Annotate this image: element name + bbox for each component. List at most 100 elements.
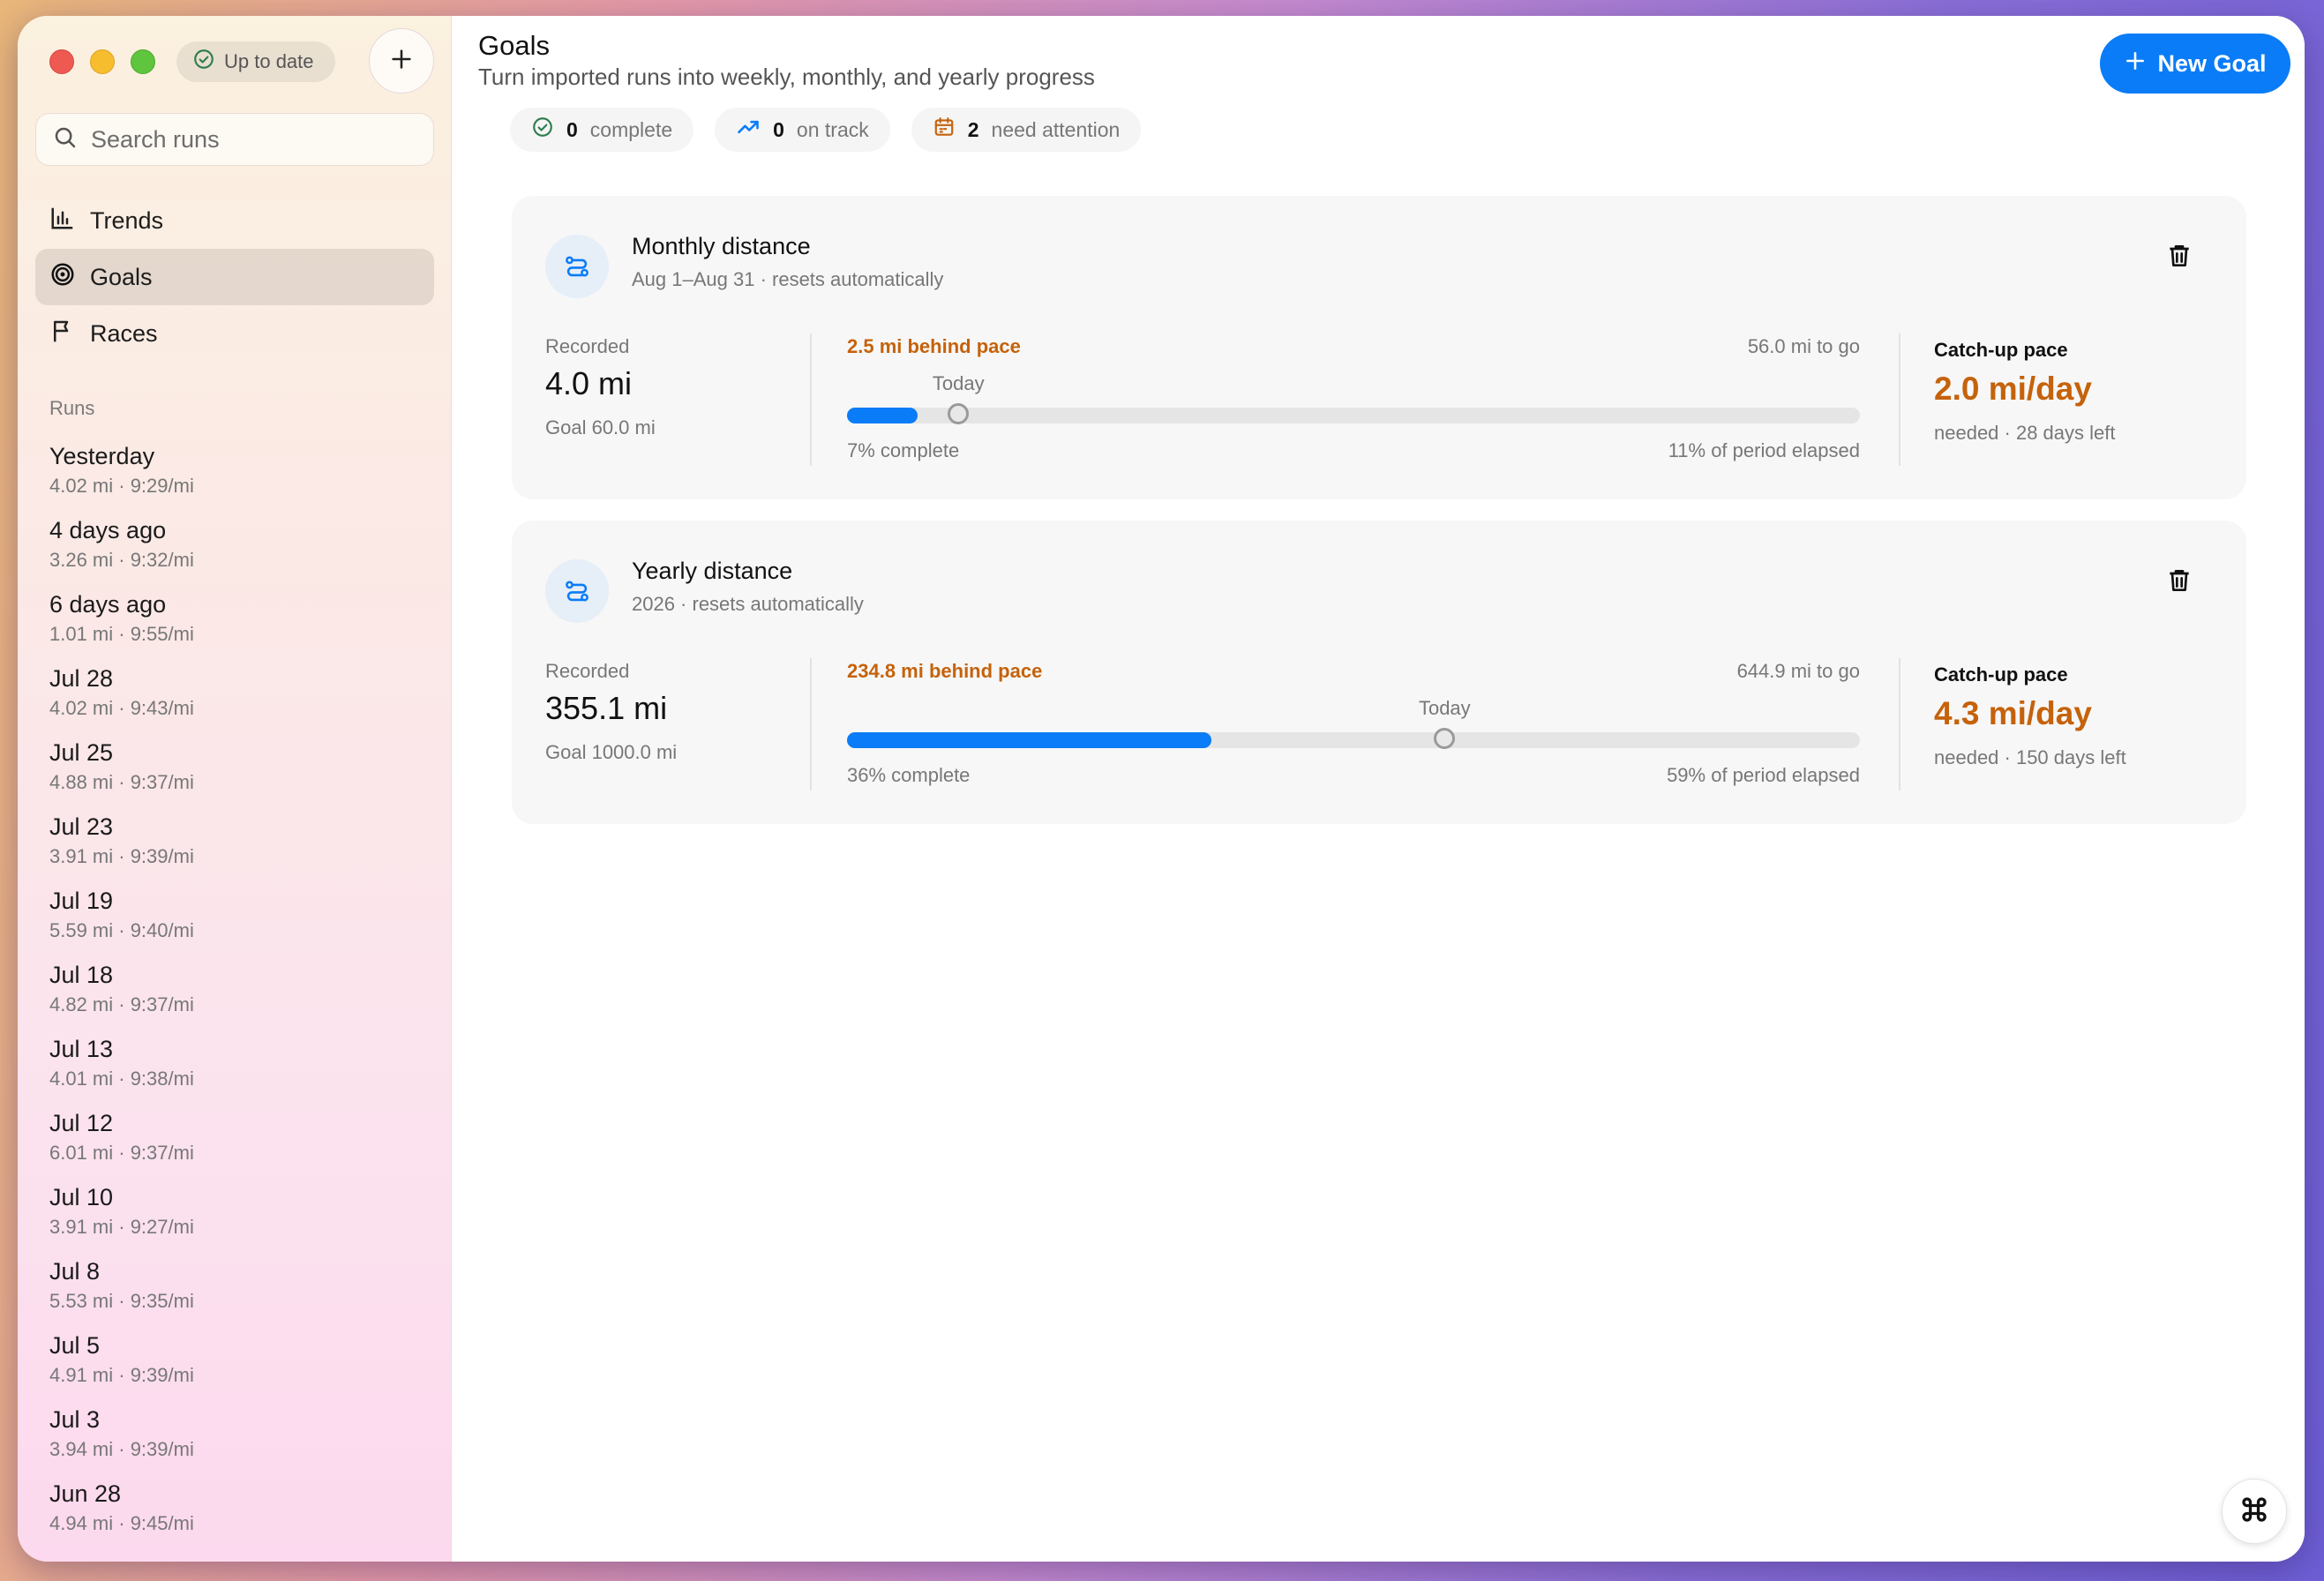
- run-detail: 3.91 mi · 9:27/mi: [49, 1216, 194, 1238]
- remaining-text: 56.0 mi to go: [1747, 335, 1860, 357]
- sidebar-nav: Trends Goals Races: [35, 192, 434, 362]
- list-item[interactable]: Jul 25 4.88 mi · 9:37/mi: [49, 736, 420, 810]
- goal-card: Monthly distance Aug 1–Aug 31 · resets a…: [512, 196, 2246, 499]
- stat-count: 2: [967, 117, 979, 141]
- run-detail: 5.53 mi · 9:35/mi: [49, 1290, 194, 1312]
- sidebar-item-label: Trends: [90, 206, 164, 234]
- list-item[interactable]: Jun 28 4.94 mi · 9:45/mi: [49, 1477, 420, 1551]
- run-detail: 4.01 mi · 9:38/mi: [49, 1068, 194, 1090]
- goal-card: Yearly distance 2026 · resets automatica…: [512, 521, 2246, 824]
- command-icon: [2238, 1494, 2270, 1530]
- progress-fill: [847, 408, 918, 423]
- list-item[interactable]: Jul 10 3.91 mi · 9:27/mi: [49, 1180, 420, 1255]
- catchup-label: Catch-up pace: [1934, 663, 2068, 686]
- period-elapsed: 11% of period elapsed: [1668, 439, 1860, 461]
- run-title: Jul 18: [49, 962, 114, 988]
- sidebar-item-trends[interactable]: Trends: [35, 192, 434, 249]
- check-circle-icon: [192, 48, 215, 76]
- check-circle-icon: [531, 116, 554, 144]
- app-menu-button[interactable]: [2222, 1479, 2287, 1544]
- list-item[interactable]: Jul 5 4.91 mi · 9:39/mi: [49, 1329, 420, 1403]
- calendar-icon: [933, 116, 956, 144]
- sidebar-item-label: Goals: [90, 263, 153, 290]
- catchup-label: Catch-up pace: [1934, 339, 2068, 361]
- list-item[interactable]: Jul 18 4.82 mi · 9:37/mi: [49, 958, 420, 1032]
- behind-pace-text: 2.5 mi behind pace: [847, 335, 1021, 357]
- plus-icon: [2124, 49, 2147, 79]
- list-item[interactable]: Jul 3 3.94 mi · 9:39/mi: [49, 1403, 420, 1477]
- stat-label: complete: [589, 117, 673, 141]
- recorded-label: Recorded: [545, 335, 630, 357]
- catchup-detail: needed · 28 days left: [1934, 422, 2116, 444]
- list-item[interactable]: Jul 12 6.01 mi · 9:37/mi: [49, 1106, 420, 1180]
- list-item[interactable]: Yesterday 4.02 mi · 9:29/mi: [49, 439, 420, 513]
- progress-track: [847, 403, 1860, 424]
- goal-title: Yearly distance: [632, 558, 793, 584]
- run-detail: 1.01 mi · 9:55/mi: [49, 623, 194, 645]
- run-detail: 4.88 mi · 9:37/mi: [49, 771, 194, 793]
- list-item[interactable]: Jul 23 3.91 mi · 9:39/mi: [49, 810, 420, 884]
- zoom-window-button[interactable]: [131, 49, 155, 74]
- run-title: Jul 10: [49, 1184, 114, 1210]
- catchup-value: 4.3 mi/day: [1934, 695, 2092, 731]
- main-content: Goals Turn imported runs into weekly, mo…: [452, 16, 2305, 1562]
- window-controls: [49, 49, 155, 74]
- run-title: Jul 5: [49, 1332, 101, 1359]
- minimize-window-button[interactable]: [90, 49, 115, 74]
- stat-label: on track: [796, 117, 869, 141]
- divider: [810, 333, 812, 466]
- trend-up-icon: [736, 115, 761, 145]
- sidebar-item-goals[interactable]: Goals: [35, 249, 434, 305]
- period-elapsed: 59% of period elapsed: [1667, 764, 1860, 786]
- run-detail: 3.94 mi · 9:39/mi: [49, 1438, 194, 1460]
- list-item[interactable]: 6 days ago 1.01 mi · 9:55/mi: [49, 588, 420, 662]
- stat-complete: 0 complete: [510, 108, 694, 152]
- divider: [1899, 333, 1900, 466]
- divider: [1899, 658, 1900, 790]
- recorded-value: 355.1 mi: [545, 690, 668, 726]
- run-title: Jul 13: [49, 1036, 114, 1062]
- sync-status-badge: Up to date: [176, 41, 335, 82]
- progress-track: [847, 728, 1860, 749]
- search-input[interactable]: [91, 125, 409, 154]
- today-label: Today: [1418, 697, 1471, 719]
- search-icon: [52, 124, 79, 155]
- stat-on-track: 0 on track: [715, 108, 890, 152]
- new-goal-button[interactable]: New Goal: [2100, 34, 2290, 94]
- list-item[interactable]: Jul 8 5.53 mi · 9:35/mi: [49, 1255, 420, 1329]
- goal-target: Goal 1000.0 mi: [545, 741, 678, 763]
- sync-status-label: Up to date: [224, 50, 314, 72]
- today-label: Today: [932, 372, 985, 394]
- run-detail: 4.94 mi · 9:45/mi: [49, 1512, 194, 1534]
- run-title: Jul 8: [49, 1258, 101, 1285]
- run-title: Jun 28: [49, 1480, 122, 1507]
- stat-count: 0: [566, 117, 578, 141]
- goal-summary: 0 complete 0 on track 2 need attention: [510, 108, 1142, 152]
- goal-period: Aug 1–Aug 31 · resets automatically: [632, 268, 944, 290]
- run-title: 6 days ago: [49, 591, 167, 618]
- recorded-value: 4.0 mi: [545, 365, 633, 401]
- list-item[interactable]: Jul 19 5.59 mi · 9:40/mi: [49, 884, 420, 958]
- import-runs-button[interactable]: [369, 28, 434, 94]
- catchup-value: 2.0 mi/day: [1934, 371, 2092, 407]
- list-item[interactable]: Jul 28 4.02 mi · 9:43/mi: [49, 662, 420, 736]
- behind-pace-text: 234.8 mi behind pace: [847, 660, 1043, 682]
- runs-list: Yesterday 4.02 mi · 9:29/mi 4 days ago 3.2…: [49, 439, 420, 1551]
- run-detail: 3.26 mi · 9:32/mi: [49, 549, 194, 571]
- goal-target: Goal 60.0 mi: [545, 416, 656, 438]
- list-item[interactable]: 4 days ago 3.26 mi · 9:32/mi: [49, 513, 420, 588]
- goal-title: Monthly distance: [632, 233, 811, 259]
- close-window-button[interactable]: [49, 49, 74, 74]
- stat-need-attention: 2 need attention: [911, 108, 1142, 152]
- route-icon: [545, 559, 609, 623]
- goal-period: 2026 · resets automatically: [632, 593, 864, 615]
- run-detail: 4.02 mi · 9:43/mi: [49, 697, 194, 719]
- run-title: Jul 23: [49, 813, 114, 840]
- list-item[interactable]: Jul 13 4.01 mi · 9:38/mi: [49, 1032, 420, 1106]
- sidebar-item-races[interactable]: Races: [35, 305, 434, 362]
- delete-goal-button[interactable]: [2162, 240, 2197, 275]
- run-detail: 4.02 mi · 9:29/mi: [49, 475, 194, 497]
- delete-goal-button[interactable]: [2162, 565, 2197, 600]
- recorded-label: Recorded: [545, 660, 630, 682]
- run-title: Jul 12: [49, 1110, 114, 1136]
